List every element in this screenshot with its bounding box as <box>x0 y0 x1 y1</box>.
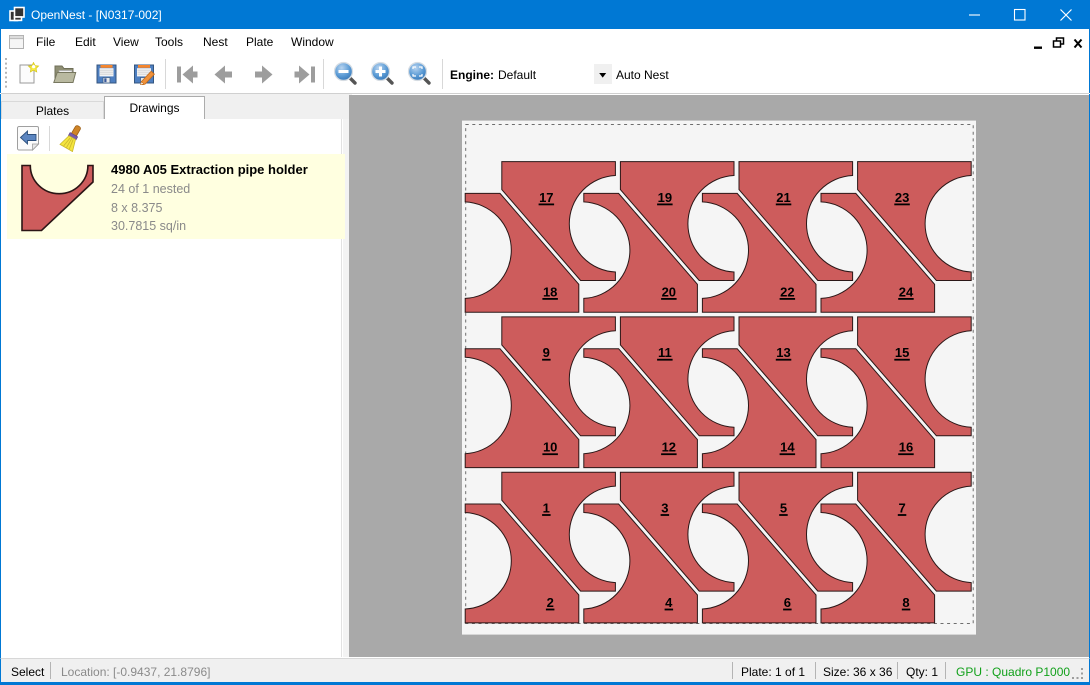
svg-text:9: 9 <box>543 345 550 360</box>
svg-text:5: 5 <box>780 501 787 516</box>
svg-text:24: 24 <box>899 284 914 299</box>
svg-text:20: 20 <box>662 284 676 299</box>
svg-text:4: 4 <box>665 595 673 610</box>
svg-text:1: 1 <box>543 501 550 516</box>
svg-text:12: 12 <box>662 440 676 455</box>
svg-text:18: 18 <box>543 284 557 299</box>
svg-text:6: 6 <box>784 595 791 610</box>
svg-text:14: 14 <box>780 440 795 455</box>
svg-text:15: 15 <box>895 345 909 360</box>
svg-text:11: 11 <box>658 345 672 360</box>
svg-text:2: 2 <box>547 595 554 610</box>
svg-text:7: 7 <box>898 501 905 516</box>
svg-text:17: 17 <box>539 190 553 205</box>
svg-text:21: 21 <box>776 190 790 205</box>
svg-text:19: 19 <box>658 190 672 205</box>
svg-text:23: 23 <box>895 190 909 205</box>
svg-text:22: 22 <box>780 284 794 299</box>
svg-text:10: 10 <box>543 440 557 455</box>
svg-text:16: 16 <box>899 440 913 455</box>
svg-text:3: 3 <box>661 501 668 516</box>
svg-text:8: 8 <box>902 595 909 610</box>
svg-text:13: 13 <box>776 345 790 360</box>
